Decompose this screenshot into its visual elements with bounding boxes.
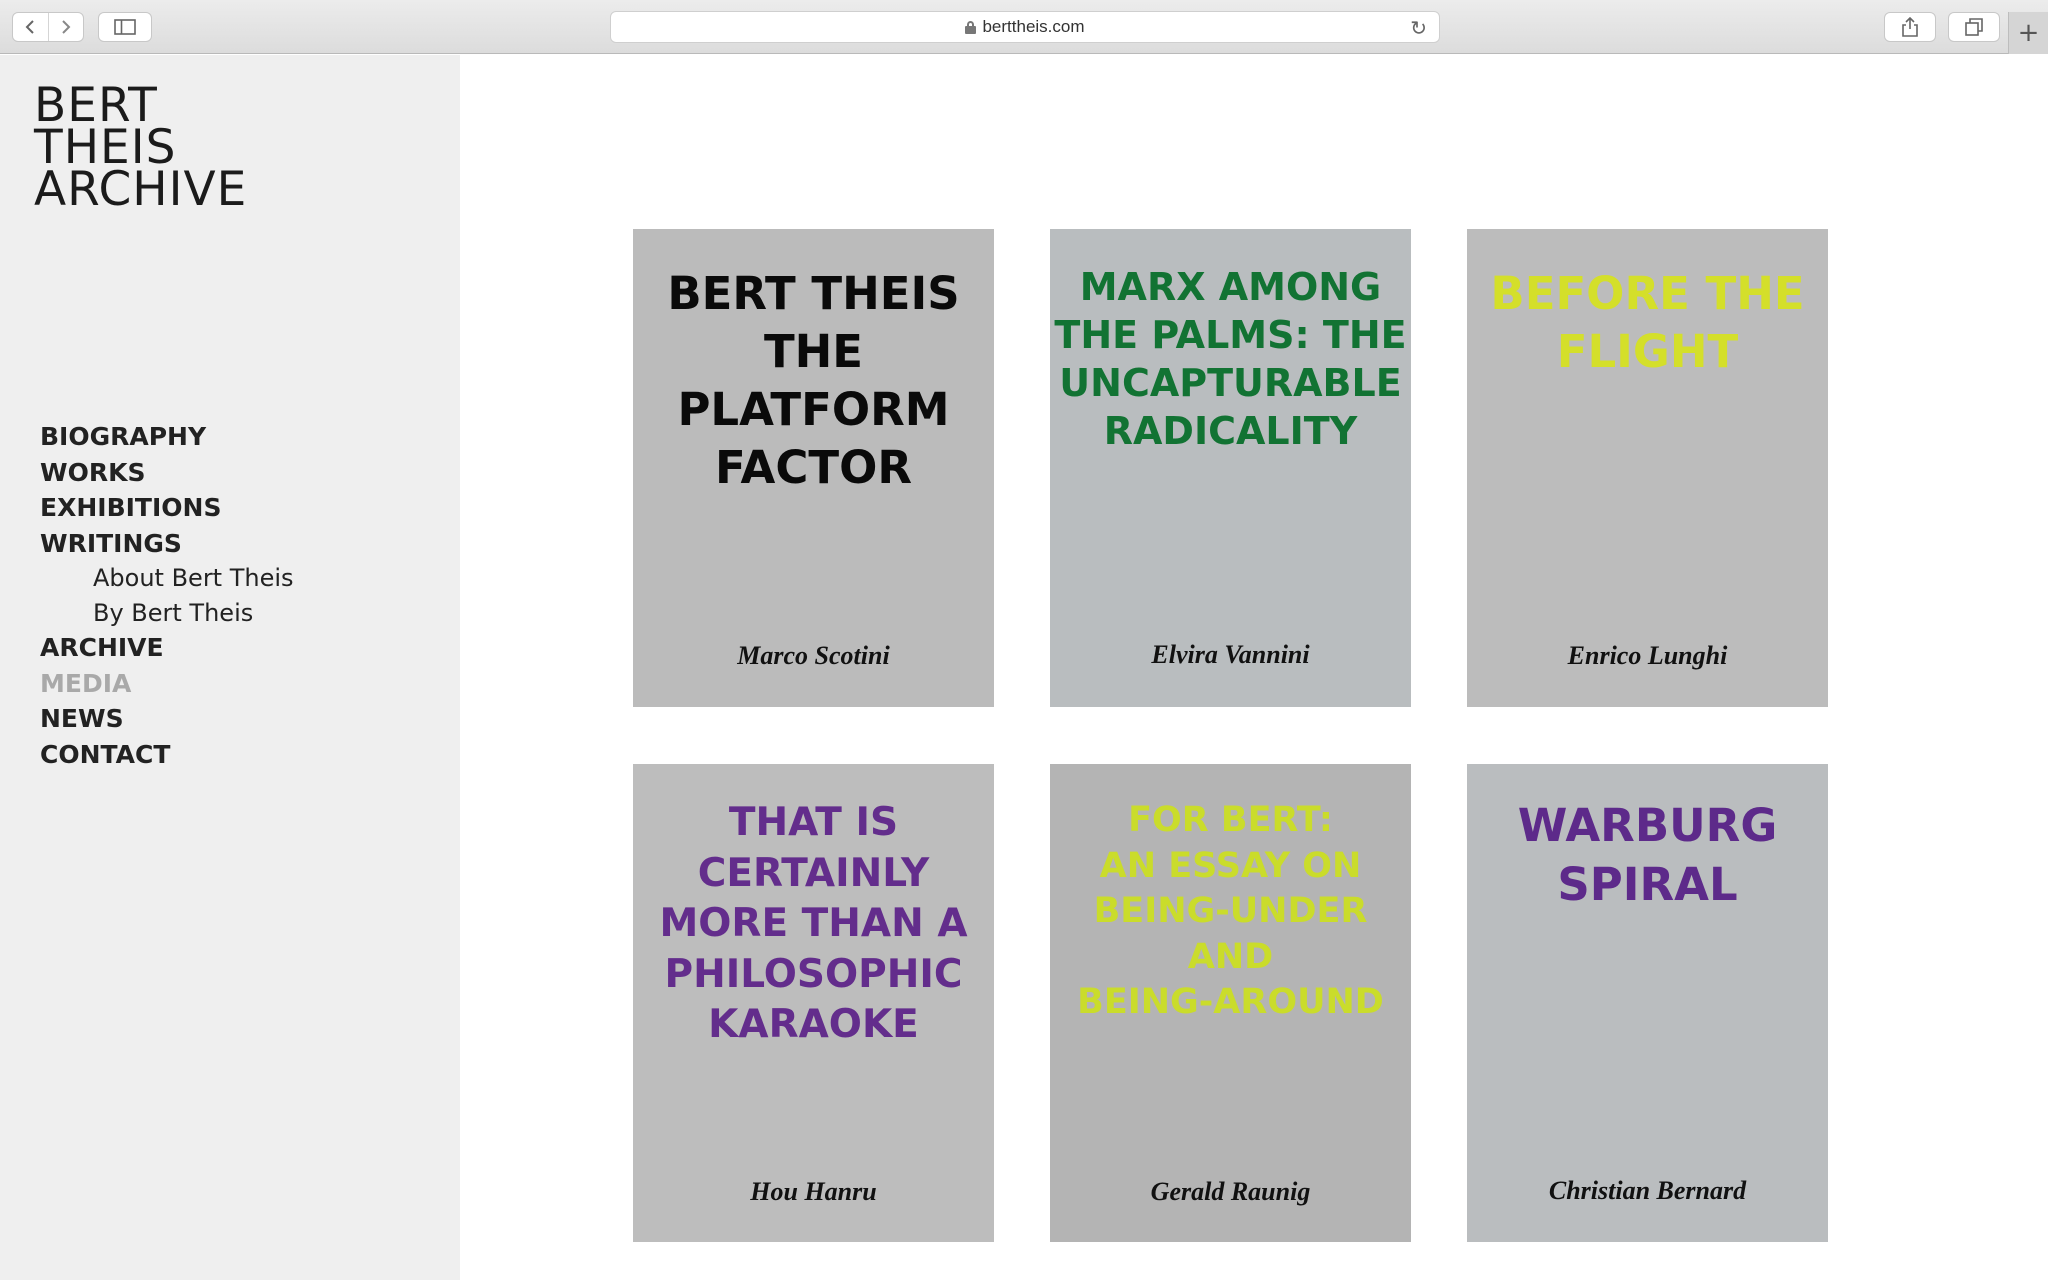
publication-card[interactable]: FOR BERT: AN ESSAY ON BEING-UNDER AND BE… <box>1050 764 1411 1242</box>
card-author: Enrico Lunghi <box>1567 641 1728 670</box>
nav-item-media[interactable]: MEDIA <box>40 666 294 702</box>
publication-card[interactable]: MARX AMONG THE PALMS: THE UNCAPTURABLE R… <box>1050 229 1411 707</box>
nav-subitem-about-bert-theis[interactable]: About Bert Theis <box>40 561 294 596</box>
card-title-line: PLATFORM <box>677 383 950 436</box>
main-nav: BIOGRAPHY WORKS EXHIBITIONS WRITINGS Abo… <box>40 419 294 772</box>
card-title-line: CERTAINLY <box>697 850 930 896</box>
chevron-right-icon <box>62 20 71 34</box>
nav-item-biography[interactable]: BIOGRAPHY <box>40 419 294 455</box>
browser-toolbar: berttheis.com ↻ + <box>0 0 2048 54</box>
card-title-line: KARAOKE <box>708 1002 919 1047</box>
nav-item-news[interactable]: NEWS <box>40 701 294 737</box>
card-author: Gerald Raunig <box>1150 1177 1311 1206</box>
card-title-line: MORE THAN A <box>659 901 968 946</box>
card-title-line: THE <box>763 325 864 378</box>
card-author: Elvira Vannini <box>1151 640 1310 669</box>
card-title-line: BEFORE THE <box>1490 267 1805 320</box>
card-title: BEFORE THE FLIGHT <box>1467 265 1828 381</box>
card-title-line: SPIRAL <box>1557 858 1738 911</box>
nav-item-exhibitions[interactable]: EXHIBITIONS <box>40 490 294 526</box>
reload-icon[interactable]: ↻ <box>1410 16 1427 40</box>
back-button[interactable] <box>13 13 49 41</box>
card-title-line: BEING-UNDER <box>1093 891 1368 931</box>
share-icon <box>1902 17 1918 37</box>
card-title-line: FLIGHT <box>1556 325 1739 378</box>
card-title: WARBURG SPIRAL <box>1467 796 1828 914</box>
card-title: MARX AMONG THE PALMS: THE UNCAPTURABLE R… <box>1050 263 1411 455</box>
nav-item-contact[interactable]: CONTACT <box>40 737 294 773</box>
card-author: Hou Hanru <box>750 1177 877 1206</box>
card-author: Christian Bernard <box>1548 1176 1747 1205</box>
publication-card[interactable]: WARBURG SPIRAL Christian Bernard <box>1467 764 1828 1242</box>
sidebar-toggle-button[interactable] <box>98 12 152 42</box>
card-title-line: UNCAPTURABLE <box>1059 361 1402 405</box>
nav-subitem-by-bert-theis[interactable]: By Bert Theis <box>40 596 294 631</box>
card-title-line: BERT THEIS <box>667 267 960 320</box>
card-title-line: PHILOSOPHIC <box>664 951 963 997</box>
card-title-line: AND <box>1187 936 1274 977</box>
forward-button[interactable] <box>49 13 84 41</box>
tabs-overview-button[interactable] <box>1948 12 2000 42</box>
card-title-line: AN ESSAY ON <box>1099 845 1362 886</box>
card-title-line: FACTOR <box>714 441 913 494</box>
card-title: BERT THEIS THE PLATFORM FACTOR <box>633 265 994 497</box>
card-title-line: THE PALMS: THE <box>1054 313 1407 357</box>
logo-line: ARCHIVE <box>34 162 248 217</box>
card-title-line: WARBURG <box>1517 799 1778 852</box>
address-bar[interactable]: berttheis.com ↻ <box>610 11 1440 43</box>
card-title-line: FOR BERT: <box>1128 800 1333 840</box>
new-tab-button[interactable]: + <box>2008 12 2048 54</box>
url-text: berttheis.com <box>982 17 1085 36</box>
card-title-line: MARX AMONG <box>1079 265 1382 309</box>
chevron-left-icon <box>25 20 34 34</box>
sidebar-icon <box>114 19 136 35</box>
card-title: FOR BERT: AN ESSAY ON BEING-UNDER AND BE… <box>1050 798 1411 1026</box>
lock-icon <box>965 20 977 34</box>
nav-item-writings[interactable]: WRITINGS <box>40 526 294 562</box>
card-title-line: THAT IS <box>728 800 899 845</box>
history-nav <box>12 12 84 42</box>
plus-icon: + <box>2017 18 2040 48</box>
card-title-line: RADICALITY <box>1103 409 1358 453</box>
publication-card[interactable]: THAT IS CERTAINLY MORE THAN A PHILOSOPHI… <box>633 764 994 1242</box>
nav-item-works[interactable]: WORKS <box>40 455 294 491</box>
sidebar: BERT THEIS ARCHIVE BIOGRAPHY WORKS EXHIB… <box>0 55 460 1280</box>
card-author: Marco Scotini <box>737 641 890 670</box>
share-button[interactable] <box>1884 12 1936 42</box>
publication-card[interactable]: BERT THEIS THE PLATFORM FACTOR Marco Sco… <box>633 229 994 707</box>
tabs-icon <box>1965 18 1983 36</box>
card-title: THAT IS CERTAINLY MORE THAN A PHILOSOPHI… <box>633 798 994 1051</box>
publication-card[interactable]: BEFORE THE FLIGHT Enrico Lunghi <box>1467 229 1828 707</box>
nav-item-archive[interactable]: ARCHIVE <box>40 630 294 666</box>
card-title-line: BEING-AROUND <box>1077 982 1384 1022</box>
site-logo[interactable]: BERT THEIS ARCHIVE <box>34 82 248 217</box>
